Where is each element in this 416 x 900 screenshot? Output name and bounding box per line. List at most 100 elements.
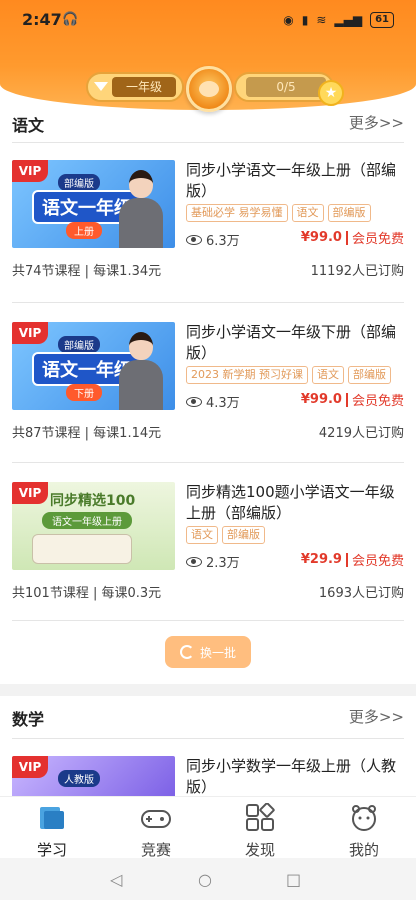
section-gap xyxy=(0,684,416,696)
grid-icon xyxy=(246,803,275,831)
tab-study[interactable]: 学习 xyxy=(12,801,92,859)
section-chinese-header: 语文 更多>> xyxy=(0,106,416,140)
section-title: 语文 xyxy=(12,116,45,135)
tag: 部编版 xyxy=(222,526,265,544)
member-free: 会员免费 xyxy=(351,554,404,569)
thumb-subtitle: 语文一年级上册 xyxy=(42,512,132,529)
view-count: 2.3万 xyxy=(186,552,240,571)
tab-label: 我的 xyxy=(348,841,379,859)
vip-badge: VIP xyxy=(12,482,48,504)
medal-icon[interactable]: ★ xyxy=(318,80,344,106)
tab-label: 发现 xyxy=(244,841,275,859)
course-meta: 共87节课程 | 每课1.14元 xyxy=(12,426,162,441)
eye-icon xyxy=(186,396,202,407)
price-info: ¥99.0 会员免费 xyxy=(301,390,404,409)
divider xyxy=(12,142,404,143)
teacher-image xyxy=(117,330,165,410)
tag: 语文 xyxy=(186,526,218,544)
course-meta: 共101节课程 | 每课0.3元 xyxy=(12,586,162,601)
status-icons: ◉ ▮ ≋ ▂▄▆ 61 xyxy=(283,12,394,28)
section-math-header: 数学 更多>> xyxy=(0,700,416,734)
price-info: ¥99.0 会员免费 xyxy=(301,228,404,247)
vibrate-icon: ▮ xyxy=(301,13,309,27)
course-card[interactable]: VIP 部编版 语文一年级 上册 同步小学语文一年级上册（部编版） 基础必学 易… xyxy=(12,160,404,295)
grade-label: 一年级 xyxy=(112,77,176,97)
recents-icon[interactable]: □ xyxy=(286,870,301,889)
vip-badge: VIP xyxy=(12,160,48,182)
thumb-term: 下册 xyxy=(66,384,102,401)
tab-label: 竞赛 xyxy=(140,841,171,859)
tag: 基础必学 易学易懂 xyxy=(186,204,288,222)
price-info: ¥29.9 会员免费 xyxy=(301,550,404,569)
subscriber-count: 11192人已订购 xyxy=(310,264,404,279)
tab-discover[interactable]: 发现 xyxy=(220,801,300,859)
tag: 部编版 xyxy=(327,204,371,222)
tag: 部编版 xyxy=(348,366,391,384)
course-thumbnail: VIP 同步精选100 语文一年级上册 xyxy=(12,482,175,570)
status-time: 2:47 xyxy=(22,10,62,29)
more-link[interactable]: 更多>> xyxy=(349,112,404,133)
headphone-icon: 🎧 xyxy=(62,12,79,27)
eye-icon xyxy=(186,556,202,567)
divider xyxy=(12,302,404,303)
grade-selector[interactable]: 一年级 xyxy=(86,72,184,102)
tag: 语文 xyxy=(291,204,324,222)
course-card[interactable]: VIP 同步精选100 语文一年级上册 同步精选100题小学语文一年级上册（部编… xyxy=(12,482,404,617)
tag: 语文 xyxy=(312,366,344,384)
thumb-term: 上册 xyxy=(66,222,102,239)
course-card[interactable]: VIP 人教版 同步小学数学一年级上册（人教版） xyxy=(12,756,404,796)
price: ¥29.9 xyxy=(300,552,342,567)
section-title: 数学 xyxy=(12,710,45,729)
course-title: 同步小学数学一年级上册（人教版） xyxy=(186,757,397,796)
back-icon[interactable]: ◁ xyxy=(110,870,122,889)
course-thumbnail: VIP 部编版 语文一年级 上册 xyxy=(12,160,175,248)
course-title: 同步精选100题小学语文一年级上册（部编版） xyxy=(186,483,395,522)
eye-icon: ◉ xyxy=(283,13,294,27)
member-free: 会员免费 xyxy=(351,232,404,247)
signal-icon: ▂▄▆ xyxy=(334,13,363,27)
wifi-icon: ≋ xyxy=(316,13,327,27)
more-link[interactable]: 更多>> xyxy=(349,706,404,727)
battery-icon: 61 xyxy=(370,12,394,28)
thumb-title: 同步精选100 xyxy=(50,493,136,509)
thumb-publisher: 部编版 xyxy=(58,336,100,353)
tag: 2023 新学期 预习好课 xyxy=(186,366,308,384)
book-illustration xyxy=(32,534,132,564)
view-count: 4.3万 xyxy=(186,392,240,411)
tag-list: 基础必学 易学易懂 语文 部编版 xyxy=(186,204,404,222)
tab-contest[interactable]: 竞赛 xyxy=(116,801,196,859)
divider xyxy=(12,620,404,621)
subscriber-count: 1693人已订购 xyxy=(318,586,404,601)
thumb-publisher: 人教版 xyxy=(58,770,100,787)
price: ¥99.0 xyxy=(300,230,342,245)
progress-text: 0/5 xyxy=(246,77,326,97)
tag-list: 2023 新学期 预习好课 语文 部编版 xyxy=(186,366,404,384)
course-thumbnail: VIP 人教版 xyxy=(12,756,175,796)
course-card[interactable]: VIP 部编版 语文一年级 下册 同步小学语文一年级下册（部编版） 2023 新… xyxy=(12,322,404,457)
vip-badge: VIP xyxy=(12,756,48,778)
home-icon[interactable]: ○ xyxy=(198,870,212,889)
tag-list: 语文 部编版 xyxy=(186,526,404,544)
refresh-label: 换一批 xyxy=(199,645,236,660)
member-free: 会员免费 xyxy=(351,394,404,409)
dropdown-icon xyxy=(94,82,108,91)
price: ¥99.0 xyxy=(300,392,342,407)
subscriber-count: 4219人已订购 xyxy=(318,426,404,441)
status-bar: 2:47 🎧 ◉ ▮ ≋ ▂▄▆ 61 xyxy=(0,10,416,32)
header: 2:47 🎧 ◉ ▮ ≋ ▂▄▆ 61 一年级 0/5 ★ xyxy=(0,0,416,112)
course-title: 同步小学语文一年级上册（部编版） xyxy=(186,161,397,200)
bottom-tab-bar: 学习 竞赛 发现 我的 xyxy=(0,796,416,859)
tab-label: 学习 xyxy=(36,841,67,859)
system-nav-bar: ◁ ○ □ xyxy=(0,858,416,900)
teacher-image xyxy=(117,168,165,248)
mascot-icon xyxy=(352,805,376,831)
course-title: 同步小学语文一年级下册（部编版） xyxy=(186,323,397,362)
course-meta: 共74节课程 | 每课1.34元 xyxy=(12,264,162,279)
refresh-button[interactable]: 换一批 xyxy=(165,636,251,668)
view-count: 6.3万 xyxy=(186,230,240,249)
tab-mine[interactable]: 我的 xyxy=(324,801,404,859)
gamepad-icon xyxy=(141,810,171,828)
eye-icon xyxy=(186,234,202,245)
vip-badge: VIP xyxy=(12,322,48,344)
refresh-icon xyxy=(179,645,194,659)
